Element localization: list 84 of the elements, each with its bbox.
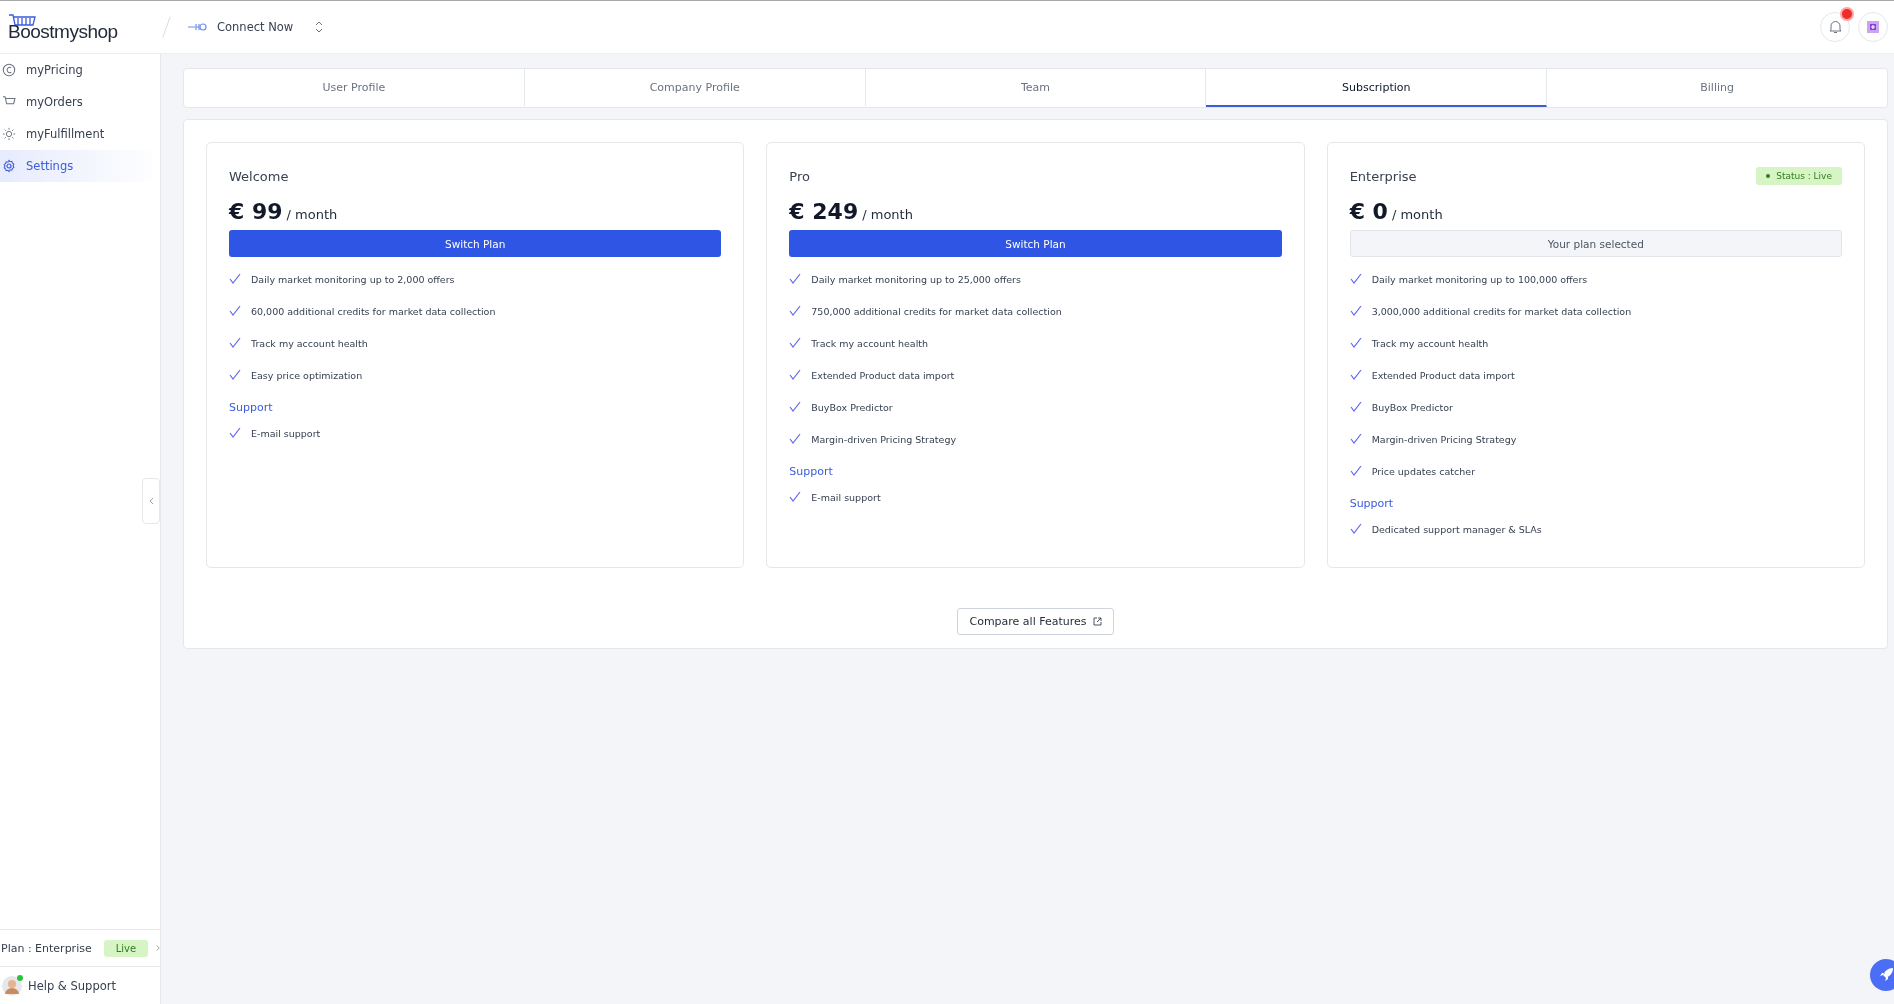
chevron-left-icon <box>148 497 154 505</box>
feature-text: Dedicated support manager & SLAs <box>1371 523 1542 535</box>
compare-features-button[interactable]: Compare all Features <box>957 608 1114 635</box>
check-icon <box>1349 369 1362 381</box>
check-icon <box>1349 273 1362 285</box>
feature-text: BuyBox Predictor <box>811 401 893 413</box>
plan-row[interactable]: Plan : Enterprise Live <box>0 929 160 967</box>
feature-text: Price updates catcher <box>1371 465 1476 477</box>
check-icon <box>229 273 241 285</box>
bell-icon <box>1828 20 1842 34</box>
switch-plan-button[interactable]: Switch Plan <box>789 230 1282 257</box>
check-icon <box>1349 433 1362 445</box>
section-heading: Support <box>789 463 834 480</box>
grid-icon <box>1865 19 1881 35</box>
external-link-icon <box>1092 617 1102 626</box>
feature-text: 3,000,000 additional credits for market data collection <box>1371 305 1632 317</box>
help-link[interactable]: Help & Support <box>0 967 160 1004</box>
launcher-button[interactable] <box>1870 959 1894 991</box>
chevron-right-icon <box>156 943 160 953</box>
status-badge: Status : Live <box>1756 167 1842 185</box>
plan-name: Welcome <box>229 168 289 184</box>
feature-text: 750,000 additional credits for market data collection <box>811 305 1062 317</box>
check-icon <box>229 337 241 349</box>
plan-name: Enterprise <box>1349 168 1417 184</box>
feature-text: 60,000 additional credits for market data collection <box>251 305 496 317</box>
check-icon <box>789 273 802 285</box>
section-heading: Support <box>1349 495 1395 512</box>
check-icon <box>229 305 241 317</box>
rocket-icon <box>1878 967 1894 983</box>
feature-text: Track my account health <box>811 337 929 349</box>
current-plan-button[interactable]: Your plan selected <box>1349 230 1842 257</box>
switch-plan-button[interactable]: Switch Plan <box>229 230 722 257</box>
status-badge: Live <box>103 939 149 957</box>
feature-text: Margin-driven Pricing Strategy <box>811 433 957 445</box>
tab[interactable]: Company Profile <box>524 69 866 107</box>
check-icon <box>789 491 802 503</box>
section-heading: Support <box>229 399 274 416</box>
check-icon <box>1349 337 1362 349</box>
check-icon <box>789 433 802 445</box>
feature-text: BuyBox Predictor <box>1371 401 1453 413</box>
tab[interactable]: Team <box>865 69 1207 107</box>
feature-text: Extended Product data import <box>811 369 955 381</box>
euro-icon <box>2 63 16 77</box>
tab[interactable]: User Profile <box>184 69 525 107</box>
sun-icon <box>2 127 16 141</box>
price-period: / month <box>286 207 338 222</box>
price-period: / month <box>862 207 913 222</box>
feature-text: Daily market monitoring up to 100,000 offers <box>1371 273 1588 285</box>
feature-text: Extended Product data import <box>1371 369 1515 381</box>
feature-text: Track my account health <box>251 337 368 349</box>
tab[interactable]: Billing <box>1547 69 1887 107</box>
sort-icon[interactable] <box>315 21 324 33</box>
online-dot <box>17 975 23 981</box>
connection-selector[interactable]: Connect Now <box>217 20 294 34</box>
check-icon <box>229 427 241 439</box>
plan-label: Plan : Enterprise <box>1 941 92 955</box>
sidebar-item[interactable]: myOrders <box>0 86 160 118</box>
gear-icon <box>2 159 16 173</box>
plug-icon <box>187 22 207 32</box>
check-icon <box>789 369 802 381</box>
price: € 0 <box>1349 199 1388 224</box>
feature-text: Easy price optimization <box>251 369 363 381</box>
sidebar-item[interactable]: myPricing <box>0 54 160 86</box>
feature-text: Daily market monitoring up to 25,000 offers <box>811 273 1021 285</box>
check-icon <box>229 369 241 381</box>
feature-text: E-mail support <box>811 491 881 503</box>
check-icon <box>1349 305 1362 317</box>
feature-text: Track my account health <box>1371 337 1489 349</box>
feature-text: E-mail support <box>251 427 321 439</box>
sidebar-item[interactable]: myFulfillment <box>0 118 160 150</box>
feature-text: Margin-driven Pricing Strategy <box>1371 433 1517 445</box>
check-icon <box>1349 523 1362 535</box>
price: € 99 <box>229 199 283 224</box>
check-icon <box>789 337 802 349</box>
logo[interactable]: Boostmyshop <box>8 21 158 41</box>
check-icon <box>1349 401 1362 413</box>
tab[interactable]: Subscription <box>1206 69 1548 107</box>
price-period: / month <box>1391 207 1443 222</box>
check-icon <box>789 401 802 413</box>
plan-name: Pro <box>789 168 810 184</box>
price: € 249 <box>789 199 859 224</box>
check-icon <box>1349 465 1362 477</box>
feature-text: Daily market monitoring up to 2,000 offers <box>251 273 455 285</box>
check-icon <box>789 305 802 317</box>
